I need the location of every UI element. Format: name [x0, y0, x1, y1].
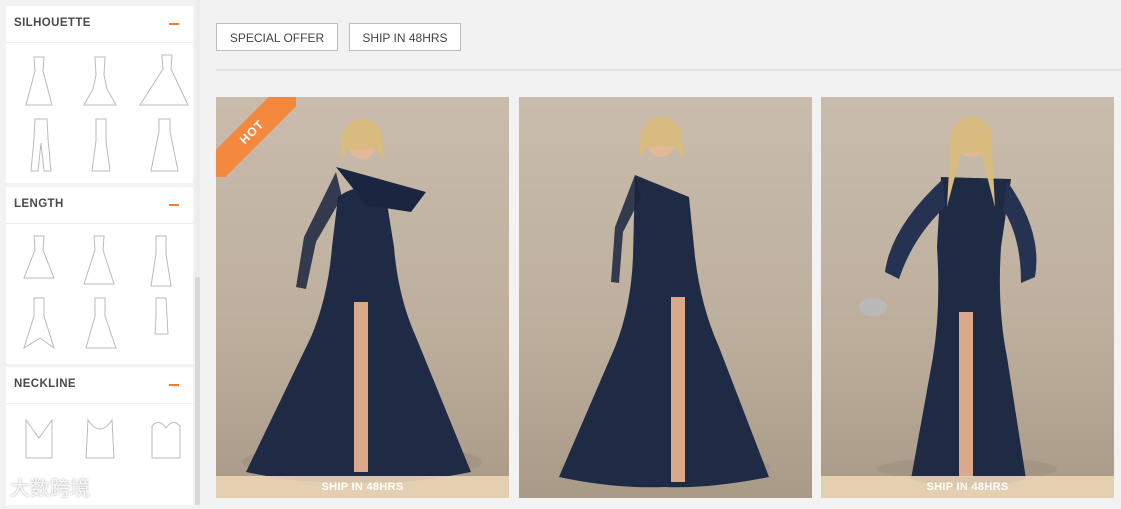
length-asymmetrical-icon[interactable] — [23, 297, 55, 350]
hot-badge: HOT — [216, 97, 296, 177]
silhouette-empire-icon[interactable] — [150, 118, 179, 172]
neckline-filter-header[interactable]: NECKLINE — [6, 367, 193, 404]
neckline-v-neck-icon[interactable] — [25, 418, 53, 459]
silhouette-filter-panel: SILHOUETTE — [6, 6, 193, 183]
neckline-sweetheart-icon[interactable] — [151, 422, 181, 459]
neckline-filter-title: NECKLINE — [14, 378, 76, 390]
silhouette-filter-title: SILHOUETTE — [14, 17, 91, 29]
hot-badge-label: HOT — [216, 97, 296, 177]
sidebar-scrollbar-thumb[interactable] — [195, 277, 200, 505]
length-filter-panel: LENGTH — [6, 187, 193, 364]
special-offer-tag-button[interactable]: SPECIAL OFFER — [216, 23, 338, 51]
silhouette-ball-gown-icon[interactable] — [139, 54, 189, 106]
length-knee-icon[interactable] — [23, 235, 55, 279]
product-image-3 — [859, 116, 1057, 488]
length-tea-icon[interactable] — [83, 235, 115, 285]
product-card-3[interactable]: SHIP IN 48HRS — [821, 97, 1114, 498]
silhouette-options — [25, 54, 189, 172]
silhouette-sheath-icon[interactable] — [91, 118, 111, 172]
product-card-1[interactable]: HOT SHIP IN 48HRS — [216, 97, 509, 498]
header-divider — [216, 69, 1121, 71]
product-image-2 — [559, 116, 770, 488]
silhouette-filter-header[interactable]: SILHOUETTE — [6, 6, 193, 43]
ship-in-48hrs-tag-button[interactable]: SHIP IN 48HRS — [349, 23, 461, 51]
length-filter-title: LENGTH — [14, 198, 64, 210]
ship-in-48hrs-banner: SHIP IN 48HRS — [821, 476, 1114, 498]
length-floor-icon[interactable] — [150, 235, 172, 287]
watermark-logo: 大数跨境 — [10, 476, 90, 500]
length-filter-header[interactable]: LENGTH — [6, 187, 193, 224]
minus-icon[interactable] — [169, 204, 179, 206]
silhouette-trumpet-icon[interactable] — [83, 56, 117, 106]
neckline-scoop-icon[interactable] — [85, 418, 115, 459]
length-sweep-train-icon[interactable] — [85, 297, 117, 349]
product-card-2[interactable] — [519, 97, 812, 498]
silhouette-a-line-icon[interactable] — [25, 56, 53, 106]
ship-in-48hrs-banner: SHIP IN 48HRS — [216, 476, 509, 498]
silhouette-jumpsuit-icon[interactable] — [30, 118, 52, 172]
minus-icon[interactable] — [169, 23, 179, 25]
length-short-icon[interactable] — [154, 297, 169, 335]
filter-sidebar: SILHOUETTE LENGTH NECKLINE — [0, 0, 200, 505]
length-options — [23, 235, 172, 350]
minus-icon[interactable] — [169, 384, 179, 386]
